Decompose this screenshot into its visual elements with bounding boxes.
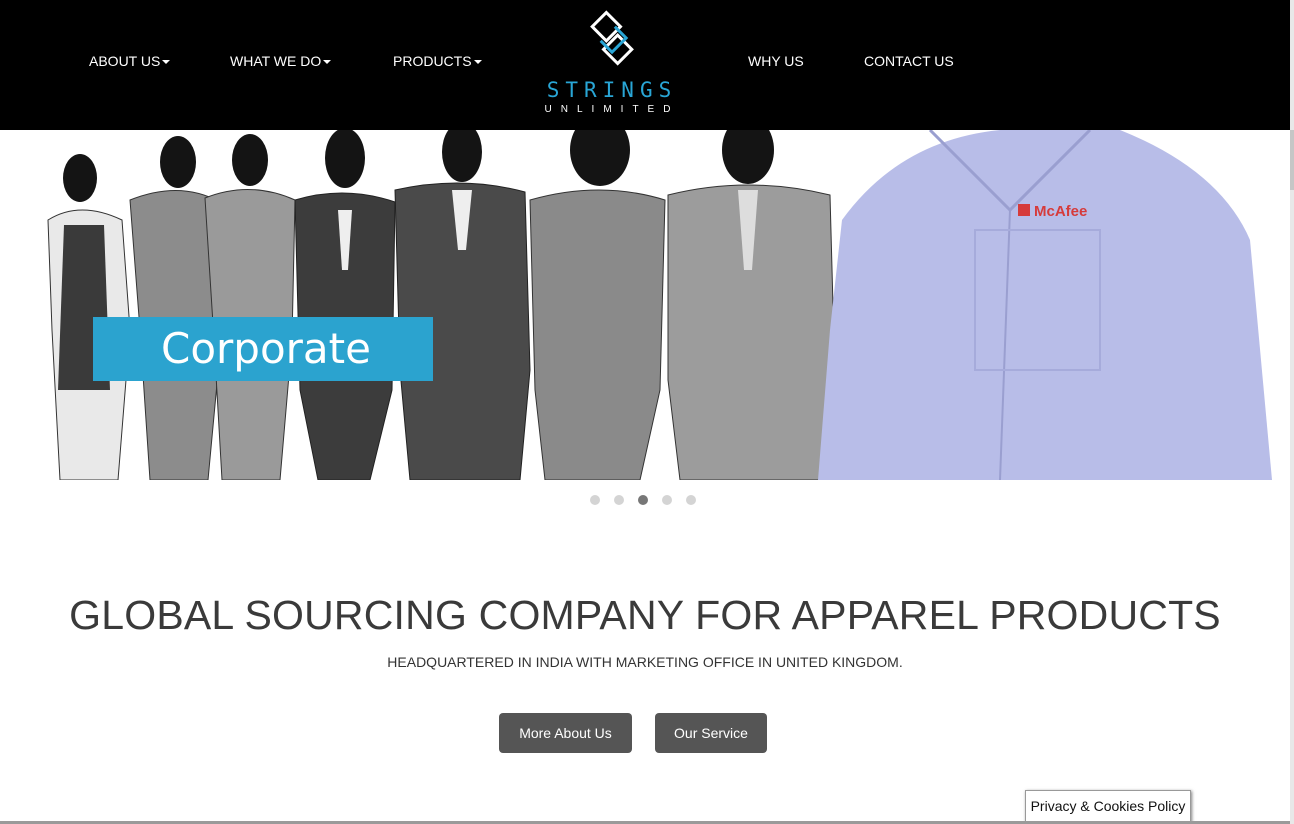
shirt-image: McAfee [818, 130, 1272, 480]
nav-contact-us[interactable]: CONTACT US [864, 53, 954, 69]
page-headline: GLOBAL SOURCING COMPANY FOR APPAREL PROD… [69, 592, 1221, 638]
slider-dot-1[interactable] [590, 495, 600, 505]
site-logo[interactable]: STRINGS UNLIMITED [536, 10, 688, 120]
site-header: ABOUT US WHAT WE DO PRODUCTS STRINGS UNL… [0, 0, 1290, 130]
nav-products-label: PRODUCTS [393, 53, 472, 69]
hero-slider[interactable]: McAfee Corporate [0, 130, 1290, 480]
slider-dot-3[interactable] [638, 495, 648, 505]
hero-caption: Corporate [93, 317, 433, 381]
privacy-cookies-button[interactable]: Privacy & Cookies Policy [1025, 790, 1191, 822]
slider-dot-5[interactable] [686, 495, 696, 505]
logo-tagline: UNLIMITED [544, 104, 680, 115]
nav-products[interactable]: PRODUCTS [393, 53, 482, 69]
nav-contact-us-label: CONTACT US [864, 53, 954, 69]
svg-text:McAfee: McAfee [1034, 203, 1087, 220]
vertical-scrollbar[interactable] [1290, 0, 1294, 824]
our-service-button[interactable]: Our Service [655, 713, 767, 753]
uniform-figures [47, 130, 836, 480]
logo-wordmark: STRINGS [546, 78, 678, 102]
caret-down-icon [473, 60, 482, 65]
slider-dot-2[interactable] [614, 495, 624, 505]
more-about-us-button[interactable]: More About Us [499, 713, 632, 753]
scrollbar-thumb[interactable] [1290, 130, 1294, 190]
slider-dot-4[interactable] [662, 495, 672, 505]
nav-about-us-label: ABOUT US [89, 53, 161, 69]
caret-down-icon [323, 60, 332, 65]
nav-what-we-do[interactable]: WHAT WE DO [230, 53, 332, 69]
nav-why-us-label: WHY US [748, 53, 804, 69]
nav-why-us[interactable]: WHY US [748, 53, 804, 69]
hero-illustration: McAfee [47, 130, 1272, 480]
page-subheadline: HEADQUARTERED IN INDIA WITH MARKETING OF… [387, 654, 903, 670]
logo-mark-icon [590, 10, 634, 66]
nav-what-we-do-label: WHAT WE DO [230, 53, 322, 69]
caret-down-icon [162, 60, 171, 65]
nav-about-us[interactable]: ABOUT US [89, 53, 171, 69]
